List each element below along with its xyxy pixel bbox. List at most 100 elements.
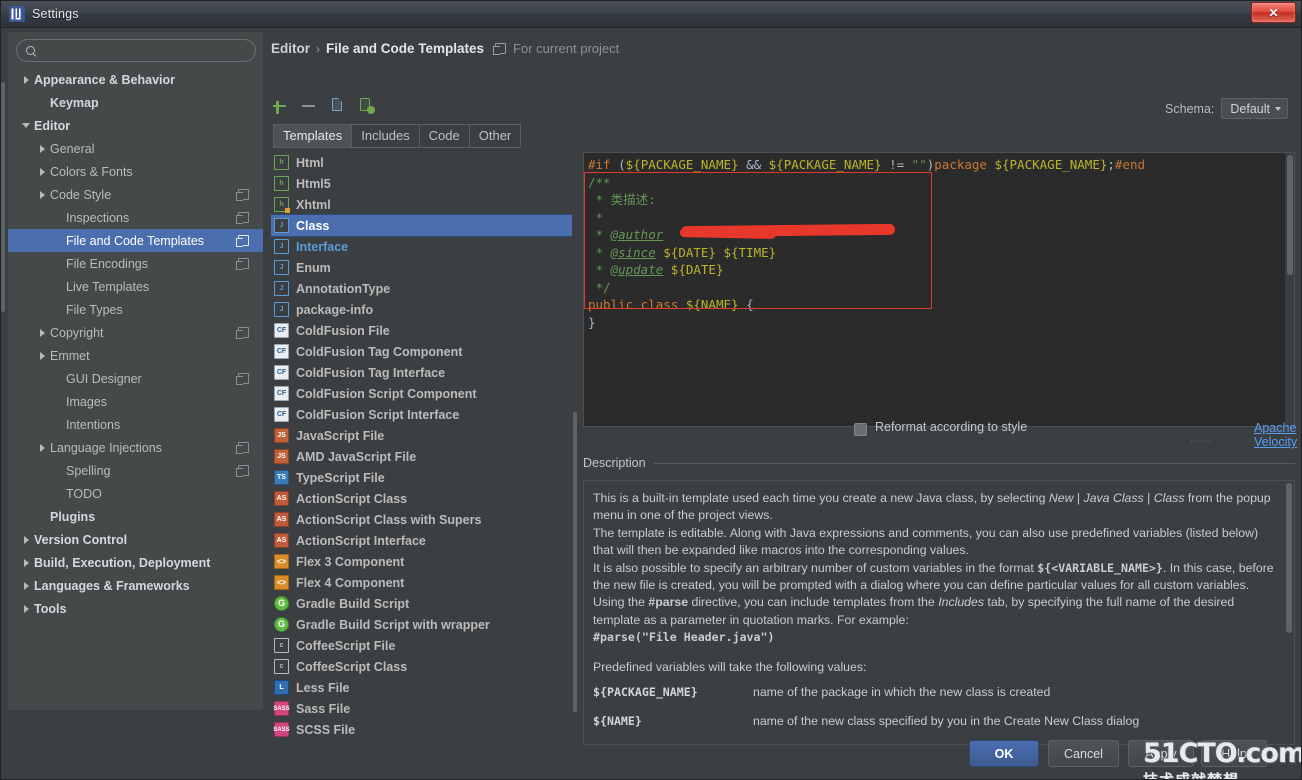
templates-list[interactable]: h Html h Html5 h Xhtml J Class J Interface J Enum J A… xyxy=(271,152,578,745)
copy-icon[interactable] xyxy=(329,97,346,114)
chevron-right-icon[interactable] xyxy=(18,75,34,84)
chevron-right-icon[interactable] xyxy=(34,190,50,199)
chevron-right-icon[interactable] xyxy=(34,328,50,337)
description-scrollbar-thumb[interactable] xyxy=(1286,483,1292,633)
minus-icon[interactable] xyxy=(300,97,317,114)
template-list-item[interactable]: h Html5 xyxy=(271,173,578,194)
tab-templates[interactable]: Templates xyxy=(273,124,353,147)
sidebar-item-inspections[interactable]: Inspections xyxy=(8,206,263,229)
sidebar-item-language-injections[interactable]: Language Injections xyxy=(8,436,263,459)
sidebar-item-appearance-behavior[interactable]: Appearance & Behavior xyxy=(8,68,263,91)
sidebar-item-copyright[interactable]: Copyright xyxy=(8,321,263,344)
template-list-item[interactable]: TS TypeScript File xyxy=(271,467,578,488)
sidebar-item-gui-designer[interactable]: GUI Designer xyxy=(8,367,263,390)
panel-splitter[interactable] xyxy=(579,152,582,745)
template-list-item[interactable]: h Xhtml xyxy=(271,194,578,215)
reset-to-default-icon[interactable] xyxy=(358,97,375,114)
sidebar-item-live-templates[interactable]: Live Templates xyxy=(8,275,263,298)
template-list-item[interactable]: <> Flex 4 Component xyxy=(271,572,578,593)
chevron-right-icon[interactable] xyxy=(18,581,34,590)
close-button[interactable]: ✕ xyxy=(1251,2,1296,23)
description-scrollbar[interactable] xyxy=(1284,481,1294,744)
editor-scrollbar[interactable] xyxy=(1285,153,1294,426)
template-list-item[interactable]: c CoffeeScript Class xyxy=(271,656,578,677)
sidebar-item-code-style[interactable]: Code Style xyxy=(8,183,263,206)
sidebar-item-emmet[interactable]: Emmet xyxy=(8,344,263,367)
template-list-item[interactable]: Jpackage-info xyxy=(271,299,578,320)
sidebar-scrollbar[interactable] xyxy=(0,32,6,710)
sidebar-item-languages-frameworks[interactable]: Languages & Frameworks xyxy=(8,574,263,597)
cancel-button[interactable]: Cancel xyxy=(1048,740,1119,767)
template-list-item[interactable]: JS AMD JavaScript File xyxy=(271,446,578,467)
sidebar-item-editor[interactable]: Editor xyxy=(8,114,263,137)
template-list-item[interactable]: L Less File xyxy=(271,677,578,698)
schema-dropdown[interactable]: Default xyxy=(1221,98,1288,119)
chevron-right-icon[interactable] xyxy=(18,604,34,613)
sidebar-item-images[interactable]: Images xyxy=(8,390,263,413)
templates-list-scrollbar-thumb[interactable] xyxy=(573,412,577,712)
template-list-item[interactable]: G Gradle Build Script xyxy=(271,593,578,614)
chevron-right-icon[interactable] xyxy=(34,167,50,176)
template-list-item[interactable]: J Interface xyxy=(271,236,578,257)
template-list-item[interactable]: CF ColdFusion File xyxy=(271,320,578,341)
sidebar-item-file-encodings[interactable]: File Encodings xyxy=(8,252,263,275)
template-list-item[interactable]: G Gradle Build Script with wrapper xyxy=(271,614,578,635)
reformat-checkbox[interactable] xyxy=(854,423,867,436)
ok-button[interactable]: OK xyxy=(969,740,1039,767)
help-button[interactable]: Help xyxy=(1201,740,1267,767)
search-input[interactable] xyxy=(37,42,255,59)
template-code-editor[interactable]: #if (${PACKAGE_NAME} && ${PACKAGE_NAME} … xyxy=(583,152,1295,427)
chevron-down-icon[interactable] xyxy=(18,123,34,128)
chevron-right-icon[interactable] xyxy=(18,558,34,567)
template-list-item[interactable]: J Class xyxy=(271,214,578,237)
sidebar-item-keymap[interactable]: Keymap xyxy=(8,91,263,114)
template-list-item[interactable]: CF ColdFusion Script Component xyxy=(271,383,578,404)
template-list-item[interactable]: AS ActionScript Interface xyxy=(271,530,578,551)
template-list-item[interactable]: CF ColdFusion Script Interface xyxy=(271,404,578,425)
sidebar-item-general[interactable]: General xyxy=(8,137,263,160)
sidebar-item-label: Language Injections xyxy=(50,440,162,455)
chevron-right-icon[interactable] xyxy=(18,535,34,544)
sidebar-item-file-types[interactable]: File Types xyxy=(8,298,263,321)
sidebar-item-todo[interactable]: TODO xyxy=(8,482,263,505)
template-list-item[interactable]: AS ActionScript Class with Supers xyxy=(271,509,578,530)
templates-toolbar xyxy=(271,97,375,114)
sidebar-item-version-control[interactable]: Version Control xyxy=(8,528,263,551)
plus-icon[interactable] xyxy=(271,97,288,114)
template-list-item[interactable]: J Enum xyxy=(271,257,578,278)
splitter-grip[interactable]: ⋯⋯ xyxy=(1190,437,1211,447)
breadcrumb-parent[interactable]: Editor xyxy=(271,41,310,56)
window-title: Settings xyxy=(32,6,79,21)
template-list-item[interactable]: AS ActionScript Class xyxy=(271,488,578,509)
tab-other[interactable]: Other xyxy=(468,124,522,147)
template-list-item[interactable]: CF ColdFusion Tag Interface xyxy=(271,362,578,383)
template-list-item[interactable]: <> Flex 3 Component xyxy=(271,551,578,572)
apply-button[interactable]: Apply xyxy=(1128,740,1194,767)
tab-includes[interactable]: Includes xyxy=(351,124,420,147)
sidebar-item-tools[interactable]: Tools xyxy=(8,597,263,620)
sidebar-item-intentions[interactable]: Intentions xyxy=(8,413,263,436)
cf-file-icon: CF xyxy=(274,344,289,359)
sidebar-item-build-execution-deployment[interactable]: Build, Execution, Deployment xyxy=(8,551,263,574)
template-list-item[interactable]: SASS Sass File xyxy=(271,698,578,719)
chevron-right-icon[interactable] xyxy=(34,443,50,452)
chevron-right-icon[interactable] xyxy=(34,144,50,153)
sidebar-item-colors-fonts[interactable]: Colors & Fonts xyxy=(8,160,263,183)
templates-list-scrollbar[interactable] xyxy=(572,152,578,745)
description-title: Description xyxy=(583,456,646,470)
chevron-right-icon[interactable] xyxy=(34,351,50,360)
template-list-item[interactable]: h Html xyxy=(271,152,578,173)
template-list-item[interactable]: J AnnotationType xyxy=(271,278,578,299)
tab-code[interactable]: Code xyxy=(418,124,470,147)
apache-velocity-link[interactable]: Apache Velocity xyxy=(1254,421,1297,449)
description-panel[interactable]: This is a built-in template used each ti… xyxy=(583,480,1295,745)
sidebar-item-plugins[interactable]: Plugins xyxy=(8,505,263,528)
template-list-item[interactable]: CF ColdFusion Tag Component xyxy=(271,341,578,362)
sidebar-item-spelling[interactable]: Spelling xyxy=(8,459,263,482)
sidebar-item-file-and-code-templates[interactable]: File and Code Templates xyxy=(8,229,263,252)
template-list-item[interactable]: c CoffeeScript File xyxy=(271,635,578,656)
search-box[interactable] xyxy=(16,39,256,62)
editor-scrollbar-thumb[interactable] xyxy=(1287,155,1293,275)
template-list-item[interactable]: JS JavaScript File xyxy=(271,425,578,446)
sidebar-scrollbar-thumb[interactable] xyxy=(1,82,5,312)
